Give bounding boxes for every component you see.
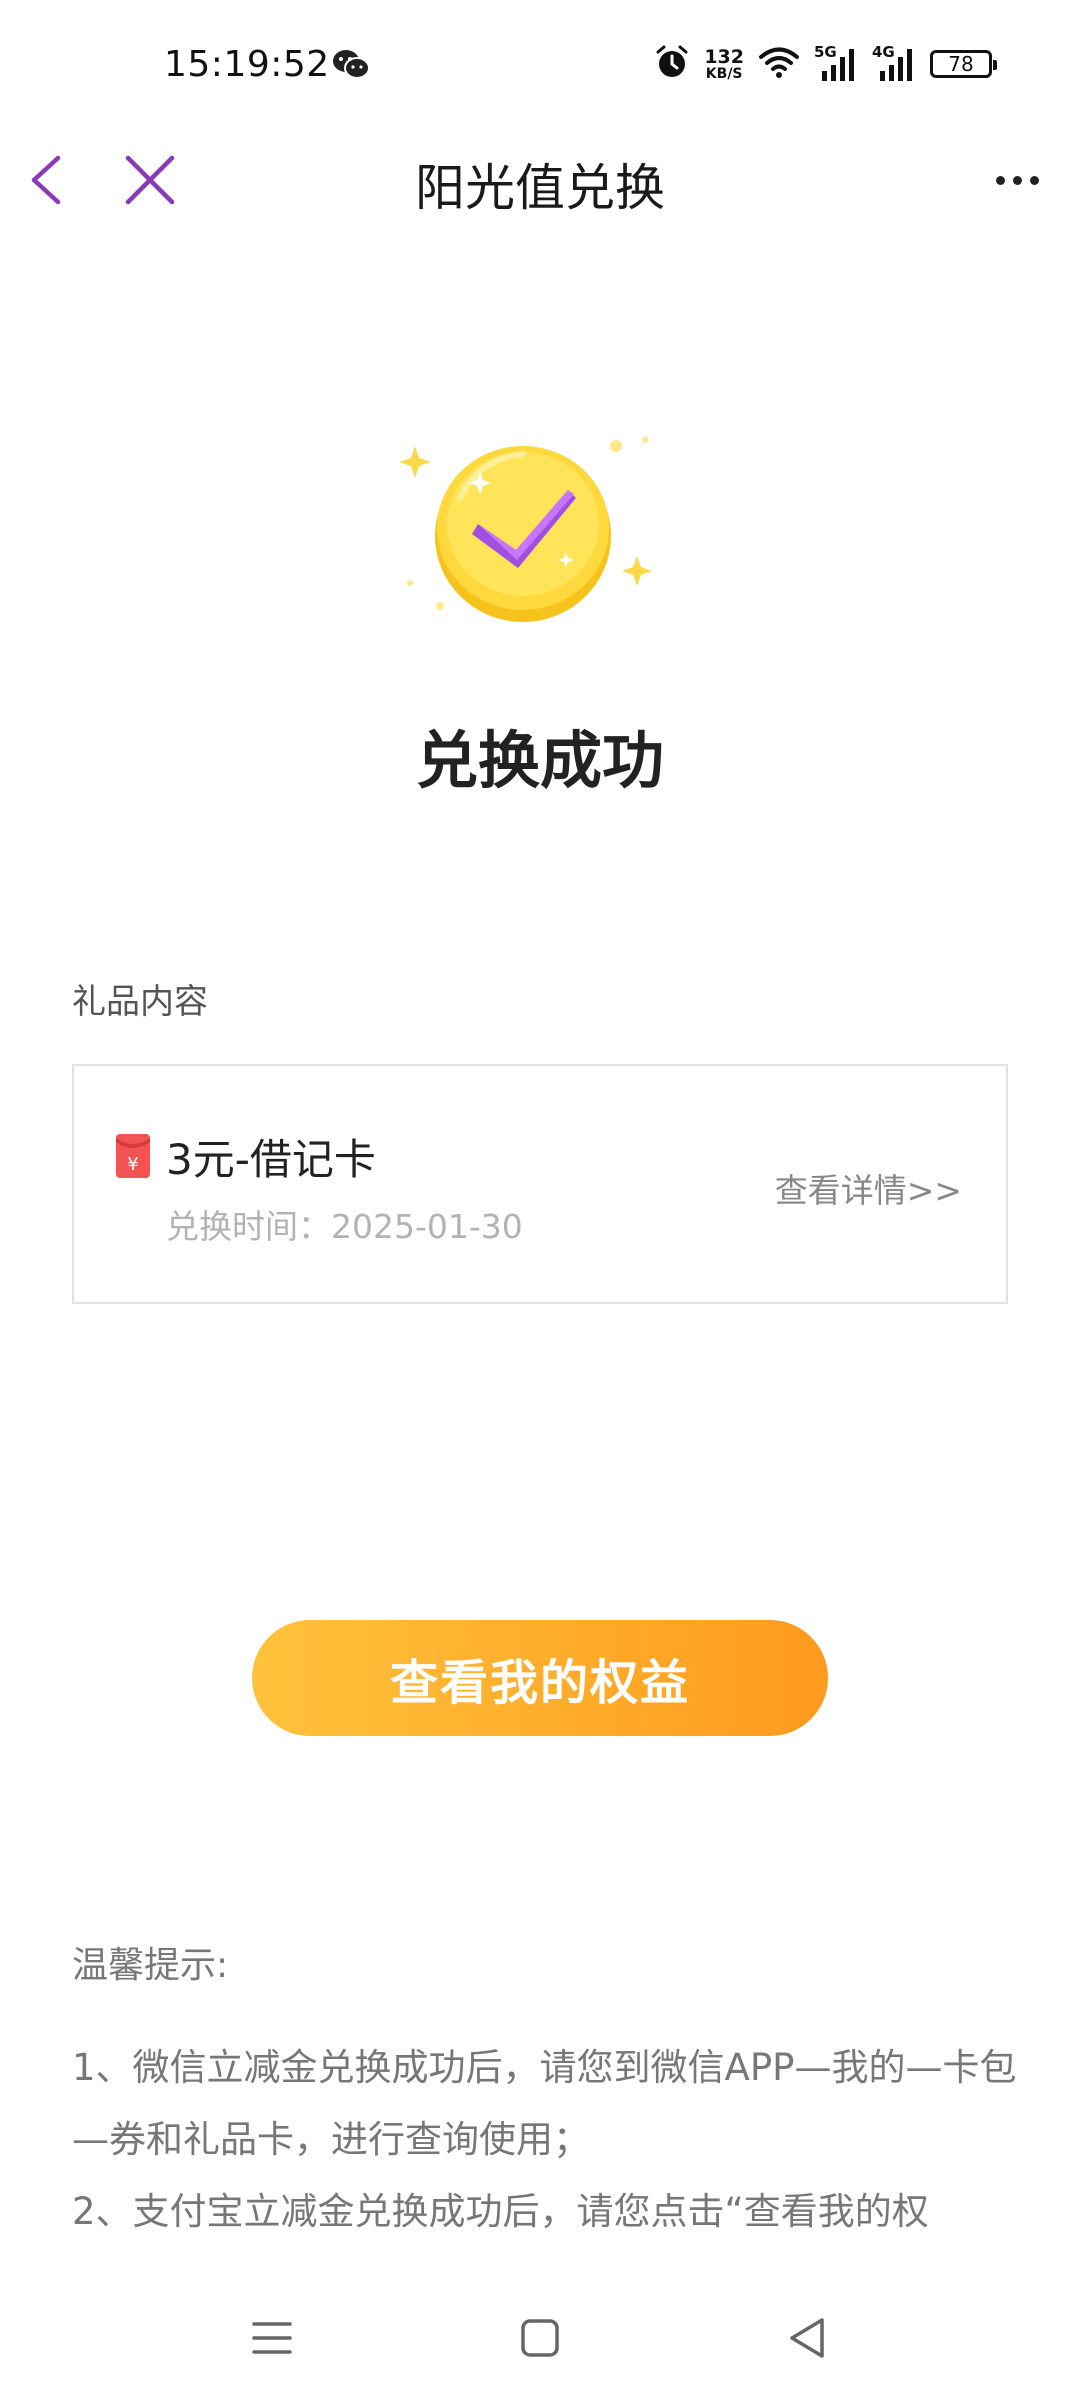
gift-redeem-time: 兑换时间：2025-01-30 (166, 1200, 523, 1248)
battery-level: 78 (948, 52, 974, 76)
view-details-link[interactable]: 查看详情>> (775, 1164, 962, 1212)
net-speed: 132 KB/S (704, 45, 744, 82)
signal-5g-icon: 5G (814, 43, 858, 83)
gift-card: ¥ 3元-借记卡 兑换时间：2025-01-30 查看详情>> (72, 1064, 1008, 1304)
success-title: 兑换成功 (415, 724, 664, 797)
system-nav-bar (0, 2264, 1080, 2400)
battery-icon: 78 (930, 50, 997, 78)
signal-4g-icon: 4G (872, 43, 916, 83)
more-icon[interactable] (982, 150, 1052, 210)
gift-time-value: 2025-01-30 (331, 1207, 523, 1246)
page-title: 阳光值兑换 (415, 159, 665, 217)
red-envelope-icon: ¥ (116, 1134, 150, 1178)
status-right-cluster: 132 KB/S 5G 4G 78 (654, 43, 997, 84)
tips-list: 1、微信立减金兑换成功后，请您到微信APP—我的—卡包—券和礼品卡，进行查询使用… (72, 2032, 1022, 2272)
gift-name: 3元-借记卡 (166, 1135, 376, 1184)
nav-bar: 阳光值兑换 (0, 130, 1080, 230)
svg-text:¥: ¥ (127, 1154, 138, 1175)
home-icon[interactable] (510, 2308, 570, 2368)
success-coin-icon (399, 428, 690, 628)
gift-time-label: 兑换时间： (166, 1207, 331, 1246)
view-my-rights-button[interactable]: 查看我的权益 (252, 1620, 828, 1736)
wechat-icon (332, 48, 370, 84)
tip-item: 2、支付宝立减金兑换成功后，请您点击“查看我的权益”“查看详情”“去领取”进行授… (72, 2190, 945, 2272)
status-bar: 15:19:52 132 KB/S 5G 4G 78 (0, 0, 1080, 130)
status-time: 15:19:52 (164, 44, 330, 85)
alarm-icon (654, 44, 690, 84)
back-triangle-icon[interactable] (778, 2308, 838, 2368)
tip-item: 1、微信立减金兑换成功后，请您到微信APP—我的—卡包—券和礼品卡，进行查询使用… (72, 2046, 1017, 2161)
menu-icon[interactable] (242, 2308, 302, 2368)
wifi-icon (758, 45, 800, 83)
gift-section-label: 礼品内容 (72, 982, 208, 1022)
tips-title: 温馨提示: (72, 1945, 229, 1986)
net-speed-unit: KB/S (705, 65, 743, 82)
net-speed-value: 132 (704, 45, 744, 68)
